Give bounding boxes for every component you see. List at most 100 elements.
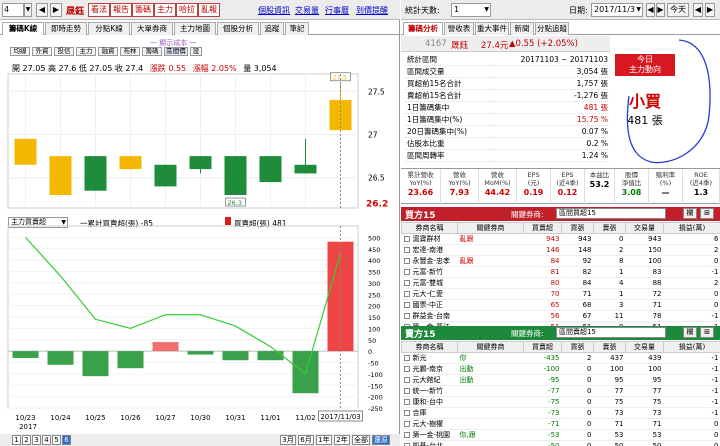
report-button[interactable]: 報告 bbox=[110, 3, 132, 17]
column-header[interactable]: 買張 bbox=[561, 222, 594, 234]
next-page-button[interactable]: ▶ bbox=[705, 3, 715, 17]
major-button[interactable]: 主力 bbox=[154, 3, 176, 17]
row-checkbox[interactable] bbox=[403, 399, 410, 405]
tab-track[interactable]: 追蹤 bbox=[260, 22, 284, 35]
range-6m[interactable]: 6月 bbox=[298, 435, 314, 445]
row-checkbox[interactable] bbox=[403, 421, 410, 427]
row-checkbox[interactable] bbox=[403, 388, 410, 394]
page-5[interactable]: 5 bbox=[52, 435, 61, 445]
sell-grid-button[interactable]: ⊞ bbox=[700, 327, 714, 338]
column-header[interactable]: 關鍵券商 bbox=[457, 341, 524, 353]
column-header[interactable]: 損益(萬) bbox=[663, 341, 720, 353]
table-row[interactable]: 新光 你 -435 2 437 439 -1 bbox=[401, 352, 720, 364]
range-2y[interactable]: 2年 bbox=[334, 435, 350, 445]
today-button[interactable]: 今天 bbox=[667, 3, 689, 17]
broker-name-cell[interactable]: 永豐金-忠孝 bbox=[401, 255, 458, 267]
table-row[interactable]: 永豐金-忠孝 亂跟 84 92 8 100 0 bbox=[401, 255, 720, 267]
row-checkbox[interactable] bbox=[403, 269, 410, 275]
sell-assoc-select[interactable]: 區間賣超15 bbox=[556, 327, 666, 338]
tab-chip-kline[interactable]: 籌碼K線 bbox=[2, 22, 44, 35]
row-checkbox[interactable] bbox=[403, 291, 410, 297]
row-checkbox[interactable] bbox=[403, 432, 410, 438]
tab-chip-analysis[interactable]: 籌碼分析 bbox=[403, 22, 443, 35]
chevron-down-icon[interactable]: ▼ bbox=[24, 3, 32, 17]
row-checkbox[interactable] bbox=[403, 280, 410, 286]
buy-assoc-select[interactable]: 區間買超15 bbox=[556, 208, 666, 219]
range-1y[interactable]: 1年 bbox=[316, 435, 332, 445]
broker-name-cell[interactable]: 元大館紀 bbox=[401, 374, 458, 386]
table-row[interactable]: 群益金-台南 56 67 11 78 -1 bbox=[401, 310, 720, 322]
broker-name-cell[interactable]: 元大-仁愛 bbox=[401, 288, 458, 300]
calendar-link[interactable]: 行事曆 bbox=[325, 5, 349, 16]
chat-button[interactable]: 哈拉 bbox=[176, 3, 198, 17]
row-checkbox[interactable] bbox=[403, 366, 410, 372]
broker-name-cell[interactable]: 群益金-台南 bbox=[401, 310, 458, 322]
tab-realtime[interactable]: 即時走勢 bbox=[45, 22, 87, 35]
buy-column-button[interactable]: 欄 bbox=[683, 208, 697, 219]
broker-name-cell[interactable]: 凱基-台北 bbox=[401, 440, 458, 446]
broker-name-cell[interactable]: 合庫 bbox=[401, 407, 458, 419]
next-date-button[interactable]: ▶ bbox=[656, 3, 665, 17]
column-header[interactable]: 券商名稱 bbox=[401, 222, 458, 234]
prev-page-button[interactable]: ◀ bbox=[693, 3, 703, 17]
table-row[interactable]: 國票-中正 65 68 3 71 0 bbox=[401, 299, 720, 311]
broker-name-cell[interactable]: 元富-新竹 bbox=[401, 266, 458, 278]
next-stock-button[interactable]: ▶ bbox=[50, 3, 62, 17]
page-6[interactable]: 6 bbox=[62, 435, 71, 445]
table-row[interactable]: 合庫 -73 0 73 73 -1 bbox=[401, 407, 720, 419]
column-header[interactable]: 損益(萬) bbox=[663, 222, 720, 234]
rumor-button[interactable]: 亂報 bbox=[198, 3, 220, 17]
tab-branch-track[interactable]: 分點追蹤 bbox=[535, 22, 569, 35]
table-row[interactable]: 凱基-台北 -50 0 50 50 0 bbox=[401, 440, 720, 446]
broker-name-cell[interactable]: 元大-樹權 bbox=[401, 418, 458, 430]
broker-name-cell[interactable]: 新光 bbox=[401, 352, 458, 364]
row-checkbox[interactable] bbox=[403, 313, 410, 319]
days-select[interactable]: 1 ▼ bbox=[451, 3, 491, 17]
table-row[interactable]: 元大-樹權 -71 0 71 71 0 bbox=[401, 418, 720, 430]
tab-stock-analysis[interactable]: 個股分析 bbox=[217, 22, 259, 35]
broker-name-cell[interactable]: 元富-雙城 bbox=[401, 277, 458, 289]
range-all[interactable]: 全部 bbox=[352, 435, 370, 445]
table-row[interactable]: 元富-新竹 81 82 1 83 -1 bbox=[401, 266, 720, 278]
row-checkbox[interactable] bbox=[403, 236, 410, 242]
sell-column-button[interactable]: 欄 bbox=[683, 327, 697, 338]
page-1[interactable]: 1 bbox=[12, 435, 21, 445]
column-header[interactable]: 交易量 bbox=[625, 341, 664, 353]
tab-notes[interactable]: 筆記 bbox=[285, 22, 309, 35]
opinion-button[interactable]: 看法 bbox=[88, 3, 110, 17]
chips-button[interactable]: 籌碼 bbox=[132, 3, 154, 17]
stock-info-link[interactable]: 個股資訊 bbox=[258, 5, 290, 16]
tab-branch-kline[interactable]: 分點K線 bbox=[88, 22, 130, 35]
column-header[interactable]: 買張 bbox=[561, 341, 594, 353]
broker-name-cell[interactable]: 第一金-桃園 bbox=[401, 429, 458, 441]
page-2[interactable]: 2 bbox=[22, 435, 31, 445]
table-row[interactable]: 元富-雙城 80 84 4 88 2 bbox=[401, 277, 720, 289]
tab-revenue[interactable]: 營收表 bbox=[444, 22, 474, 35]
table-row[interactable]: 宏達-南港 146 148 2 150 2 bbox=[401, 244, 720, 256]
row-checkbox[interactable] bbox=[403, 302, 410, 308]
broker-name-cell[interactable]: 宏達-南港 bbox=[401, 244, 458, 256]
prev-stock-button[interactable]: ◀ bbox=[36, 3, 48, 17]
tab-news[interactable]: 新聞 bbox=[510, 22, 534, 35]
date-input[interactable]: 2017/11/3 ▼ bbox=[591, 3, 643, 17]
column-header[interactable]: 賣張 bbox=[593, 341, 626, 353]
column-header[interactable]: 關鍵券商 bbox=[457, 222, 524, 234]
table-row[interactable]: 滬寶群材 亂跟 943 943 0 943 6 bbox=[401, 233, 720, 245]
row-checkbox[interactable] bbox=[403, 410, 410, 416]
broker-name-cell[interactable]: 滬寶群材 bbox=[401, 233, 458, 245]
column-header[interactable]: 賣張 bbox=[593, 222, 626, 234]
tab-events[interactable]: 重大事件 bbox=[475, 22, 509, 35]
buy-grid-button[interactable]: ⊞ bbox=[700, 208, 714, 219]
tab-big-broker[interactable]: 大單券商 bbox=[131, 22, 173, 35]
row-checkbox[interactable] bbox=[403, 355, 410, 361]
restore-button[interactable]: 還原 bbox=[372, 435, 390, 445]
page-3[interactable]: 3 bbox=[32, 435, 41, 445]
broker-name-cell[interactable]: 光鵬-南京 bbox=[401, 363, 458, 375]
row-checkbox[interactable] bbox=[403, 377, 410, 383]
column-header[interactable]: 券商名稱 bbox=[401, 341, 458, 353]
row-checkbox[interactable] bbox=[403, 258, 410, 264]
column-header[interactable]: 買賣超 bbox=[523, 222, 562, 234]
page-4[interactable]: 4 bbox=[42, 435, 51, 445]
stock-code-input[interactable]: 4 bbox=[2, 3, 24, 17]
tab-major-map[interactable]: 主力地圖 bbox=[174, 22, 216, 35]
